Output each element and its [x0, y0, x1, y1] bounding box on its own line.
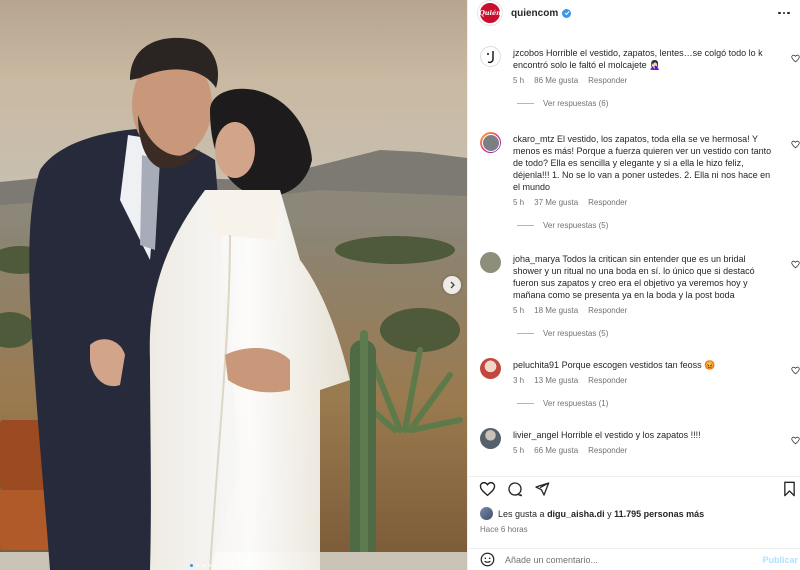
comment-input[interactable]	[505, 554, 745, 565]
comment-time[interactable]: 5 h	[513, 306, 524, 315]
post-actions-bar	[468, 476, 800, 500]
comment-meta: 5 h 37 Me gusta Responder	[513, 198, 773, 207]
comment-meta: 5 h 86 Me gusta Responder	[513, 76, 773, 85]
share-icon[interactable]	[534, 481, 550, 497]
view-replies-label: Ver respuestas (1)	[543, 399, 609, 408]
comment-username[interactable]: joha_marya	[513, 254, 560, 264]
reply-button[interactable]: Responder	[588, 306, 627, 315]
account-avatar[interactable]: Quién	[478, 1, 502, 25]
comment-item: peluchita91 Porque escogen vestidos tan …	[468, 352, 800, 422]
likes-prefix: Les gusta a	[498, 508, 545, 519]
logo-text: Quién	[479, 9, 501, 17]
post-header: Quién quiencom	[468, 0, 800, 26]
comment-item: jzcobos Horrible el vestido, zapatos, le…	[468, 40, 800, 124]
comment-likes[interactable]: 66 Me gusta	[534, 446, 578, 455]
comment-meta: 3 h 13 Me gusta Responder	[513, 376, 773, 385]
commenter-avatar[interactable]	[480, 46, 501, 67]
comment-like-heart-icon[interactable]	[791, 140, 800, 149]
emoji-icon[interactable]	[480, 552, 495, 567]
comment-like-heart-icon[interactable]	[791, 260, 800, 269]
comment-meta: 5 h 66 Me gusta Responder	[513, 446, 773, 455]
likes-conjunction: y	[607, 508, 612, 519]
comment-text: joha_marya Todos la critican sin entende…	[513, 246, 773, 301]
carousel-dot[interactable]	[196, 564, 199, 567]
reply-button[interactable]: Responder	[588, 376, 627, 385]
view-replies-button[interactable]: Ver respuestas (5)	[517, 221, 773, 230]
view-replies-label: Ver respuestas (6)	[543, 99, 609, 108]
carousel-dot[interactable]	[202, 564, 205, 567]
comment-text: ckaro_mtz El vestido, los zapatos, toda …	[513, 126, 773, 193]
post-side-panel: Quién quiencom jzcobos Horrible el vesti…	[467, 0, 800, 570]
carousel-dots	[190, 564, 259, 567]
commenter-avatar[interactable]	[480, 132, 501, 153]
view-replies-button[interactable]: Ver respuestas (6)	[517, 99, 773, 108]
comment-likes[interactable]: 13 Me gusta	[534, 376, 578, 385]
likes-others-count[interactable]: 11.795 personas más	[614, 509, 704, 519]
comment-like-heart-icon[interactable]	[791, 366, 800, 375]
comment-likes[interactable]: 86 Me gusta	[534, 76, 578, 85]
comment-likes[interactable]: 18 Me gusta	[534, 306, 578, 315]
comment-time[interactable]: 3 h	[513, 376, 524, 385]
comment-text: jzcobos Horrible el vestido, zapatos, le…	[513, 40, 773, 71]
comment-item: joha_marya Todos la critican sin entende…	[468, 246, 800, 352]
likes-text: Les gusta a digu_aisha.di y 11.795 perso…	[498, 509, 704, 519]
carousel-dot[interactable]	[220, 564, 223, 567]
carousel-dot[interactable]	[226, 564, 229, 567]
reply-button[interactable]: Responder	[588, 76, 627, 85]
reply-button[interactable]: Responder	[588, 198, 627, 207]
post-photo[interactable]	[0, 0, 467, 570]
more-options-icon[interactable]	[777, 6, 791, 20]
carousel-dot[interactable]	[208, 564, 211, 567]
comment-username[interactable]: ckaro_mtz	[513, 134, 555, 144]
liker-username[interactable]: digu_aisha.di	[547, 509, 605, 519]
commenter-avatar[interactable]	[480, 252, 501, 273]
carousel-next-button[interactable]	[443, 276, 461, 294]
view-replies-button[interactable]: Ver respuestas (1)	[517, 399, 773, 408]
comment-time[interactable]: 5 h	[513, 446, 524, 455]
comment-username[interactable]: jzcobos	[513, 48, 544, 58]
carousel-dot[interactable]	[190, 564, 193, 567]
commenter-avatar[interactable]	[480, 358, 501, 379]
chevron-right-icon	[450, 281, 455, 289]
comment-body: Horrible el vestido, zapatos, lentes…se …	[513, 48, 763, 70]
view-replies-button[interactable]: Ver respuestas (5)	[517, 329, 773, 338]
carousel-dot[interactable]	[232, 564, 235, 567]
comment-meta: 5 h 18 Me gusta Responder	[513, 306, 773, 315]
comment-icon[interactable]	[507, 481, 523, 497]
comment-item: ckaro_mtz El vestido, los zapatos, toda …	[468, 126, 800, 246]
comment-composer: Publicar	[468, 548, 800, 570]
comment-username[interactable]: livier_angel	[513, 430, 559, 440]
likes-summary: Les gusta a digu_aisha.di y 11.795 perso…	[480, 507, 704, 520]
carousel-dot[interactable]	[244, 564, 247, 567]
view-replies-label: Ver respuestas (5)	[543, 329, 609, 338]
couple-photo-illustration	[0, 0, 467, 570]
post-comment-button[interactable]: Publicar	[762, 555, 798, 565]
carousel-dot[interactable]	[214, 564, 217, 567]
liker-avatar[interactable]	[480, 507, 493, 520]
verified-badge-icon	[562, 8, 572, 18]
bookmark-icon[interactable]	[783, 481, 796, 497]
commenter-avatar[interactable]	[480, 428, 501, 449]
comment-likes[interactable]: 37 Me gusta	[534, 198, 578, 207]
comment-time[interactable]: 5 h	[513, 198, 524, 207]
comment-time[interactable]: 5 h	[513, 76, 524, 85]
heart-icon[interactable]	[479, 481, 496, 497]
comments-list[interactable]: jzcobos Horrible el vestido, zapatos, le…	[468, 40, 800, 464]
reply-button[interactable]: Responder	[588, 446, 627, 455]
comment-body: Horrible el vestido y los zapatos !!!!	[561, 430, 701, 440]
carousel-dot[interactable]	[256, 564, 259, 567]
view-replies-label: Ver respuestas (5)	[543, 221, 609, 230]
comment-item: livier_angel Horrible el vestido y los z…	[468, 422, 800, 464]
carousel-dot[interactable]	[238, 564, 241, 567]
comment-body: Porque escogen vestidos tan feoss 😡	[561, 360, 716, 370]
comment-text: peluchita91 Porque escogen vestidos tan …	[513, 352, 773, 371]
comment-like-heart-icon[interactable]	[791, 54, 800, 63]
comment-like-heart-icon[interactable]	[791, 436, 800, 445]
post-timestamp[interactable]: Hace 6 horas	[480, 525, 528, 534]
account-username[interactable]: quiencom	[511, 8, 558, 19]
comment-username[interactable]: peluchita91	[513, 360, 559, 370]
carousel-dot[interactable]	[250, 564, 253, 567]
comment-text: livier_angel Horrible el vestido y los z…	[513, 422, 773, 441]
